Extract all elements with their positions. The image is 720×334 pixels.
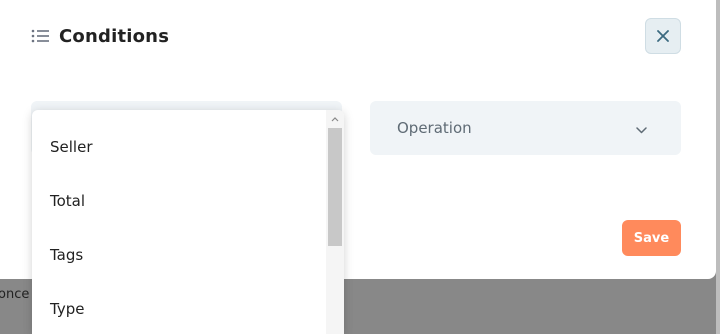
dropdown-scroll-thumb[interactable] (328, 128, 342, 246)
scroll-up-icon[interactable] (326, 110, 344, 128)
modal-title: Conditions (59, 25, 170, 47)
operation-placeholder: Operation (397, 119, 472, 137)
dropdown-option-tags[interactable]: Tags (32, 228, 326, 282)
backdrop-partial-text: once (0, 287, 30, 302)
list-icon (31, 28, 49, 44)
chevron-down-icon (636, 119, 647, 138)
dropdown-option-total[interactable]: Total (32, 174, 326, 228)
close-button[interactable] (645, 18, 681, 54)
page-scrollbar[interactable] (716, 0, 720, 334)
dropdown-options: Seller Total Tags Type (32, 120, 326, 334)
operation-select[interactable]: Operation (370, 101, 681, 155)
dropdown-option-type[interactable]: Type (32, 282, 326, 334)
property-dropdown: Seller Total Tags Type (32, 110, 344, 334)
dropdown-scrollbar[interactable] (326, 110, 344, 334)
dropdown-option-seller[interactable]: Seller (32, 120, 326, 174)
modal-header: Conditions (31, 22, 169, 50)
close-icon (657, 27, 669, 46)
save-button[interactable]: Save (622, 220, 681, 256)
